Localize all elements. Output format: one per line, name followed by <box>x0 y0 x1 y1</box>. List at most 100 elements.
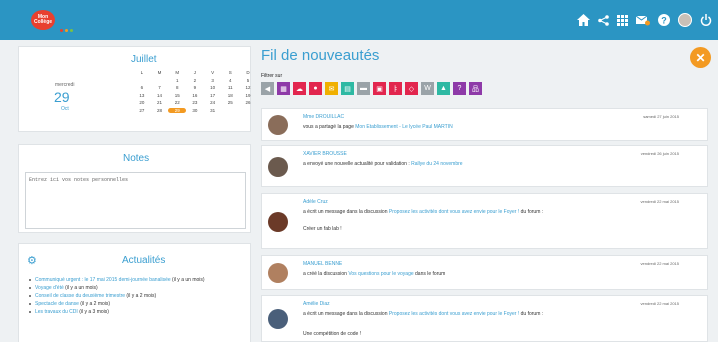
weekday-label: M <box>175 70 180 76</box>
calendar-day[interactable]: 24 <box>204 100 222 105</box>
calendar-day[interactable]: 22 <box>168 100 186 105</box>
calendar-day[interactable]: 12 <box>239 85 257 90</box>
calendar-widget: Juillet mercredi 29 Oct LMMJVSD123456789… <box>18 46 251 132</box>
post-author[interactable]: Adèle Cruz <box>303 199 328 205</box>
calendar-day[interactable]: 7 <box>151 85 169 90</box>
news-link[interactable]: Communiqué urgent : le 17 mai 2015 demi-… <box>35 277 171 283</box>
calendar-day[interactable]: 15 <box>168 93 186 98</box>
filter-tag-icon[interactable]: ◇ <box>405 82 418 95</box>
calendar-day[interactable]: 25 <box>221 100 239 105</box>
calendar-day[interactable]: 26 <box>239 100 257 105</box>
news-link[interactable]: Spectacle de danse <box>35 301 79 307</box>
calendar-day[interactable]: 30 <box>186 108 204 113</box>
post-message: a envoyé une nouvelle actualité pour val… <box>303 161 463 167</box>
calendar-day[interactable]: 5 <box>239 78 257 83</box>
feed-item: MANUEL BENNE vendredi 22 mai 2015 a créé l… <box>261 255 708 290</box>
calendar-day[interactable]: 16 <box>186 93 204 98</box>
news-item[interactable]: Les travaux du CDI (il y a 3 mois) <box>29 308 244 316</box>
post-action: a créé la discussion <box>303 271 349 277</box>
post-link[interactable]: Rallye du 24 novembre <box>411 161 462 167</box>
calendar-day[interactable]: 21 <box>151 100 169 105</box>
post-action: a écrit un message dans la discussion <box>303 311 389 317</box>
post-message: a créé la discussion Vos questions pour … <box>303 271 445 277</box>
calendar-week: 27 28 29 30 31 <box>133 107 257 115</box>
news-link[interactable]: Voyage d'été <box>35 285 64 291</box>
calendar-day[interactable]: 19 <box>239 93 257 98</box>
calendar-day[interactable]: 23 <box>186 100 204 105</box>
calendar-day[interactable]: 17 <box>204 93 222 98</box>
post-link[interactable]: Vos questions pour le voyage <box>348 271 413 277</box>
calendar-day[interactable]: 31 <box>204 108 222 113</box>
user-avatar[interactable] <box>678 13 692 27</box>
calendar-day[interactable]: 4 <box>221 78 239 83</box>
calendar-day[interactable]: 9 <box>186 85 204 90</box>
filter-wiki-icon[interactable]: W <box>421 82 434 95</box>
post-link[interactable]: Proposez les activités dont vous avez en… <box>389 311 519 317</box>
author-avatar[interactable] <box>268 115 288 135</box>
news-link[interactable]: Conseil de classe du deuxième trimestre <box>35 293 125 299</box>
author-avatar[interactable] <box>268 212 288 232</box>
calendar-day[interactable]: 6 <box>133 85 151 90</box>
calendar-day[interactable]: 11 <box>221 85 239 90</box>
post-message: a écrit un message dans la discussion Pr… <box>303 311 543 317</box>
filter-network-icon[interactable]: 品 <box>469 82 482 95</box>
calendar-day-month: Oct <box>61 106 69 112</box>
calendar-weekdays: LMMJVSD <box>133 69 257 77</box>
gear-icon[interactable]: ⚙ <box>27 254 37 267</box>
filter-folder-icon[interactable]: ▬ <box>357 82 370 95</box>
post-author[interactable]: MANUEL BENNE <box>303 261 342 267</box>
filter-tree-icon[interactable]: ㅑ <box>389 82 402 95</box>
filter-bus-icon[interactable]: ▣ <box>373 82 386 95</box>
news-item[interactable]: Communiqué urgent : le 17 mai 2015 demi-… <box>29 276 244 284</box>
news-item[interactable]: Conseil de classe du deuxième trimestre … <box>29 292 244 300</box>
post-author[interactable]: XAVIER BROUSSE <box>303 151 347 157</box>
notes-textarea[interactable]: Entrez ici vos notes personnelles <box>25 172 246 229</box>
logo-dot <box>65 29 68 32</box>
news-item[interactable]: Spectacle de danse (il y a 2 mois) <box>29 300 244 308</box>
weekday-label: D <box>246 70 250 76</box>
share-icon[interactable] <box>598 14 609 26</box>
college-logo[interactable]: Mon Collège <box>31 10 55 30</box>
author-avatar[interactable] <box>268 309 288 329</box>
filter-help-icon[interactable]: ? <box>453 82 466 95</box>
calendar-day[interactable]: 27 <box>133 108 151 113</box>
calendar-day[interactable]: 29 <box>168 107 187 113</box>
post-link[interactable]: Mon Etablissement - Le lycée Paul MARTIN <box>355 124 452 130</box>
logo-dot <box>70 29 73 32</box>
calendar-day[interactable]: 13 <box>133 93 151 98</box>
calendar-week: 6 7 8 9 10 11 12 <box>133 84 257 92</box>
filter-calendar-icon[interactable]: ▦ <box>277 82 290 95</box>
calendar-day[interactable]: 1 <box>168 78 186 83</box>
apps-grid-icon[interactable] <box>617 14 628 26</box>
weekday-label: J <box>193 70 197 76</box>
news-age: (il y a 2 mois) <box>78 301 111 307</box>
author-avatar[interactable] <box>268 157 288 177</box>
filter-contact-icon[interactable]: ▲ <box>437 82 450 95</box>
calendar-day[interactable]: 10 <box>204 85 222 90</box>
calendar-day[interactable]: 8 <box>168 85 186 90</box>
filter-chat-icon[interactable]: ● <box>309 82 322 95</box>
calendar-day[interactable]: 3 <box>204 78 222 83</box>
help-icon[interactable]: ? <box>658 14 670 26</box>
calendar-day[interactable]: 20 <box>133 100 151 105</box>
post-link[interactable]: Proposez les activités dont vous avez en… <box>389 209 519 215</box>
news-item[interactable]: Voyage d'été (il y a un mois) <box>29 284 244 292</box>
calendar-day[interactable]: 18 <box>221 93 239 98</box>
add-widget-button[interactable]: ✕ <box>690 47 711 68</box>
news-link[interactable]: Les travaux du CDI <box>35 309 78 315</box>
calendar-day[interactable]: 14 <box>151 93 169 98</box>
calendar-grid: L M M J V S D 1 2 3 4 5 6 7 8 9 10 11 12 13 14 15 16 17 18 19 20 21… <box>133 69 257 114</box>
filter-megaphone-icon[interactable]: ◀ <box>261 82 274 95</box>
calendar-day[interactable]: 28 <box>151 108 169 113</box>
post-author[interactable]: Amélie Diaz <box>303 301 330 307</box>
home-icon[interactable] <box>577 14 590 26</box>
news-age: (il y a 3 mois) <box>77 309 109 315</box>
logout-icon[interactable] <box>700 14 712 26</box>
filter-mail-icon[interactable]: ✉ <box>325 82 338 95</box>
author-avatar[interactable] <box>268 263 288 283</box>
calendar-day[interactable]: 2 <box>186 78 204 83</box>
messages-icon[interactable] <box>636 15 650 26</box>
post-author[interactable]: Mme DROUILLAC <box>303 114 344 120</box>
filter-cloud-icon[interactable]: ☁ <box>293 82 306 95</box>
filter-grid-icon[interactable]: ▤ <box>341 82 354 95</box>
